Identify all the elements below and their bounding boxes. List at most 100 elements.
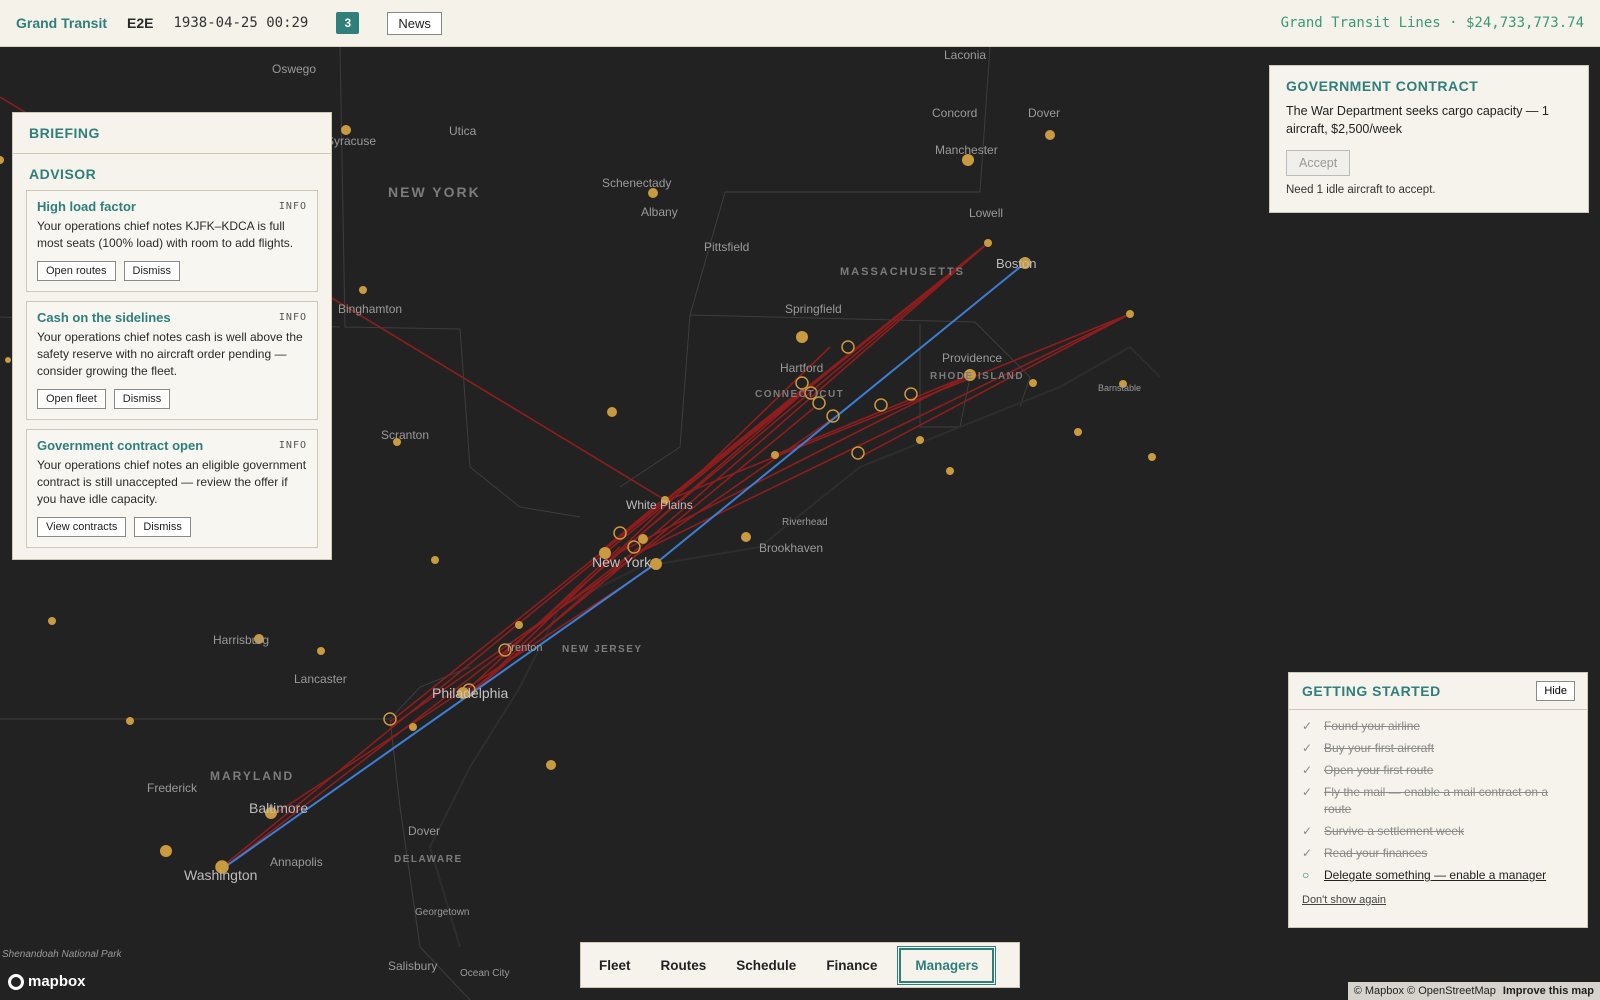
card-tag: INFO — [278, 312, 307, 323]
map-label: Scranton — [381, 428, 429, 442]
map-label: CONNECTICUT — [755, 389, 844, 400]
getting-started-title: GETTING STARTED — [1302, 683, 1441, 699]
open-fleet-button[interactable]: Open fleet — [37, 389, 106, 409]
tab-schedule[interactable]: Schedule — [722, 950, 810, 981]
map-label: Binghamton — [338, 302, 402, 316]
map-label: MASSACHUSETTS — [840, 266, 965, 278]
list-item: ✓ Survive a settlement week — [1302, 824, 1465, 838]
getting-started-panel: GETTING STARTED Hide ✓ Found your airline… — [1288, 672, 1588, 928]
list-item: ✓ Found your airline — [1302, 719, 1421, 733]
check-icon: ✓ — [1302, 741, 1313, 755]
map-label: RHODE ISLAND — [930, 371, 1024, 382]
map-label: Utica — [449, 124, 477, 138]
map-label: Ocean City — [460, 968, 509, 979]
card-tag: INFO — [278, 201, 307, 212]
check-icon: ✓ — [1302, 846, 1313, 860]
card-title: High load factor — [37, 199, 136, 214]
map-label: Hartford — [780, 361, 823, 375]
map-label: Springfield — [785, 302, 842, 316]
contract-note: Need 1 idle aircraft to accept. — [1286, 184, 1436, 196]
list-item: ✓ Buy your first aircraft — [1302, 741, 1435, 755]
briefing-title: BRIEFING — [29, 125, 100, 141]
advisor-card-cash: Cash on the sidelines INFO Your operatio… — [26, 301, 318, 420]
map-label: Philadelphia — [432, 685, 508, 701]
card-title: Government contract open — [37, 438, 204, 453]
map-label: Manchester — [935, 143, 998, 157]
mapbox-logo[interactable]: mapbox — [8, 973, 86, 990]
map-label: NEW JERSEY — [562, 644, 643, 655]
map-label: Boston — [996, 256, 1036, 271]
check-icon: ✓ — [1302, 719, 1313, 733]
map-label: Lowell — [969, 206, 1003, 220]
card-body: Your operations chief notes cash is well… — [37, 330, 303, 378]
check-icon: ✓ — [1302, 824, 1313, 838]
map-label: Washington — [184, 867, 257, 883]
map-label: Shenandoah National Park — [2, 949, 123, 960]
news-button[interactable]: News — [387, 11, 442, 35]
dismiss-button[interactable]: Dismiss — [134, 517, 191, 537]
list-item: ✓ Open your first route — [1302, 763, 1434, 777]
check-icon: ✓ — [1302, 763, 1313, 777]
bottom-nav: Fleet Routes Schedule Finance Managers — [580, 942, 1020, 988]
brand-name[interactable]: Grand Transit — [16, 15, 107, 31]
dont-show-again-link[interactable]: Don't show again — [1302, 894, 1574, 906]
dismiss-button[interactable]: Dismiss — [123, 261, 181, 281]
map-label: Annapolis — [270, 855, 323, 869]
map-label: Pittsfield — [704, 240, 749, 254]
accept-contract-button[interactable]: Accept — [1286, 150, 1351, 176]
view-contracts-button[interactable]: View contracts — [37, 517, 127, 537]
map-label: Schenectady — [602, 176, 671, 190]
map-label: Dover — [408, 824, 440, 838]
map-label: Barnstable — [1098, 383, 1141, 393]
card-title: Cash on the sidelines — [37, 310, 171, 325]
game-datetime: 1938-04-25 00:29 — [173, 15, 309, 31]
airline-code: E2E — [127, 15, 154, 31]
map-label: New York — [592, 554, 652, 570]
map-attribution: © Mapbox © OpenStreetMap Improve this ma… — [1347, 982, 1600, 1000]
advisor-card-contract: Government contract open INFO Your opera… — [26, 429, 318, 548]
map-label: Baltimore — [249, 800, 308, 816]
tab-routes[interactable]: Routes — [647, 950, 721, 981]
mapbox-logo-icon — [8, 973, 24, 990]
task-list: ✓ Found your airline ✓ Buy your first airc… — [1289, 710, 1587, 884]
card-tag: INFO — [278, 440, 307, 451]
advisor-card-high-load: High load factor INFO Your operations ch… — [26, 190, 318, 292]
delegate-task-link[interactable]: Delegate something — enable a manager — [1324, 867, 1546, 884]
notification-badge[interactable]: 3 — [336, 12, 360, 34]
map-label: Albany — [641, 205, 678, 219]
hide-button[interactable]: Hide — [1536, 681, 1575, 701]
list-item: ✓ Fly the mail — enable a mail contract o… — [1302, 785, 1549, 816]
airline-cash-balance: Grand Transit Lines · $24,733,773.74 — [1280, 15, 1584, 31]
map-label: NEW YORK — [388, 184, 481, 200]
list-item[interactable]: ○ Delegate something — enable a manager — [1302, 867, 1574, 884]
map-label: Laconia — [944, 48, 986, 62]
map-label: White Plains — [626, 498, 693, 512]
improve-map-link[interactable]: Improve this map — [1503, 985, 1594, 997]
contract-description: The War Department seeks cargo capacity … — [1286, 104, 1549, 136]
list-item: ✓ Read your finances — [1302, 846, 1428, 860]
tab-finance[interactable]: Finance — [812, 950, 891, 981]
tab-fleet[interactable]: Fleet — [585, 950, 645, 981]
map-label: Salisbury — [388, 959, 437, 973]
map-label: Riverhead — [782, 517, 828, 528]
briefing-panel: BRIEFING ADVISOR High load factor INFO Y… — [12, 112, 332, 560]
check-icon: ✓ — [1302, 785, 1313, 799]
open-routes-button[interactable]: Open routes — [37, 261, 116, 281]
government-contract-panel: GOVERNMENT CONTRACT The War Department s… — [1269, 65, 1589, 213]
advisor-title: ADVISOR — [29, 166, 97, 182]
map-label: Syracuse — [326, 134, 376, 148]
top-bar: Grand Transit E2E 1938-04-25 00:29 3 New… — [0, 0, 1600, 47]
map-label: Frederick — [147, 781, 198, 795]
tab-managers[interactable]: Managers — [897, 945, 997, 985]
map-label: Harrisburg — [213, 633, 269, 647]
map-label: Dover — [1028, 106, 1060, 120]
card-body: Your operations chief notes an eligible … — [37, 458, 307, 506]
map-label: Providence — [942, 351, 1002, 365]
contract-title: GOVERNMENT CONTRACT — [1286, 78, 1479, 94]
map-label: Trenton — [505, 642, 543, 654]
map-label: Lancaster — [294, 672, 347, 686]
circle-icon: ○ — [1302, 868, 1310, 882]
map-label: Concord — [932, 106, 977, 120]
dismiss-button[interactable]: Dismiss — [113, 389, 171, 409]
map-label: Brookhaven — [759, 541, 823, 555]
